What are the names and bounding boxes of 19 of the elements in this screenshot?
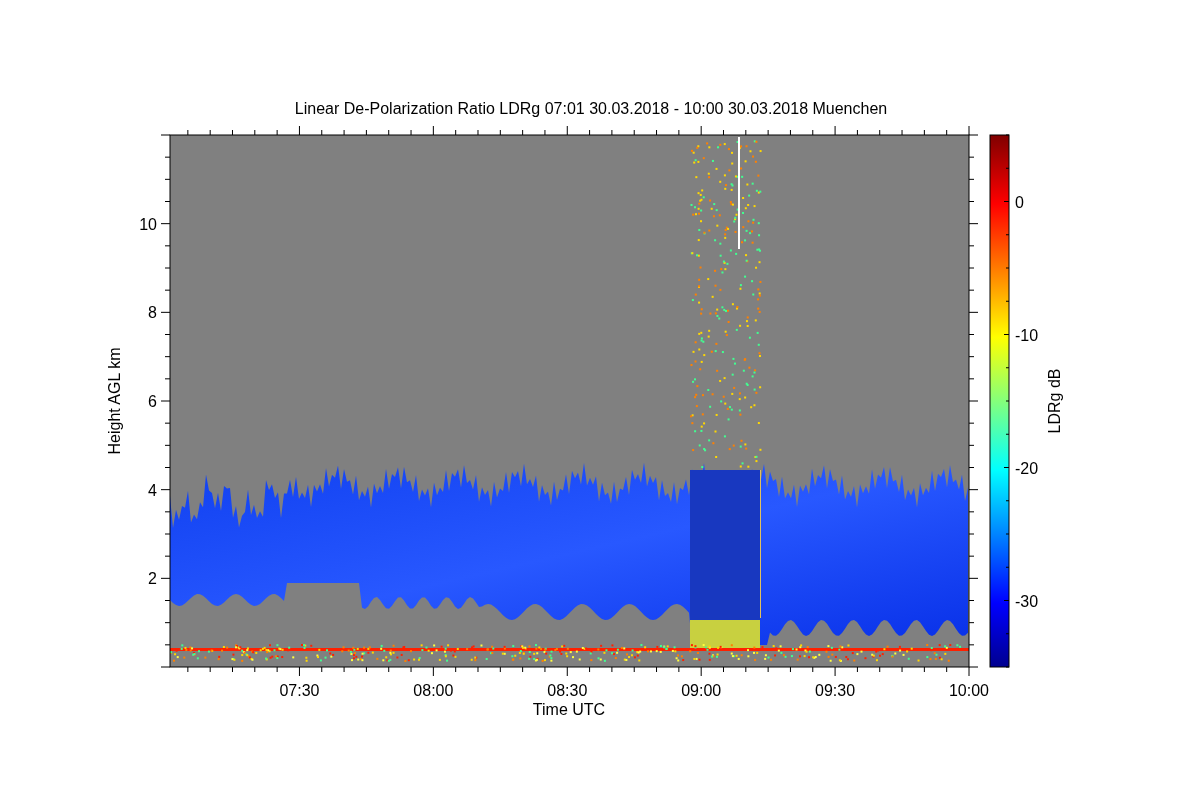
y-tick-label: 2 [148,570,157,588]
colorbar-tick-label: 0 [1015,193,1024,211]
x-axis-label: Time UTC [532,701,606,718]
y-tick-label: 8 [148,304,157,322]
x-tick-label: 09:00 [681,682,722,699]
y-tick-label: 6 [148,393,157,410]
x-tick-label: 07:30 [279,682,320,699]
x-tick-label: 08:30 [547,682,588,699]
colorbar-tick-label: -30 [1015,592,1039,610]
y-axis-label: Height AGL km [106,347,123,455]
colorbar-tick-label: -10 [1015,326,1039,344]
x-tick-label: 10:00 [949,682,989,699]
x-tick-label: 09:30 [815,682,856,699]
y-tick-label: 10 [139,215,157,233]
colorbar-label: LDRg dB [1046,368,1063,434]
x-tick-label: 08:00 [413,682,454,699]
colorbar-tick-label: -20 [1015,459,1039,477]
y-tick-label: 4 [148,481,157,499]
chart-title: Linear De-Polarization Ratio LDRg 07:01 30.03.2018 - 10:00 30.03.2018 Muenchen [294,100,888,117]
